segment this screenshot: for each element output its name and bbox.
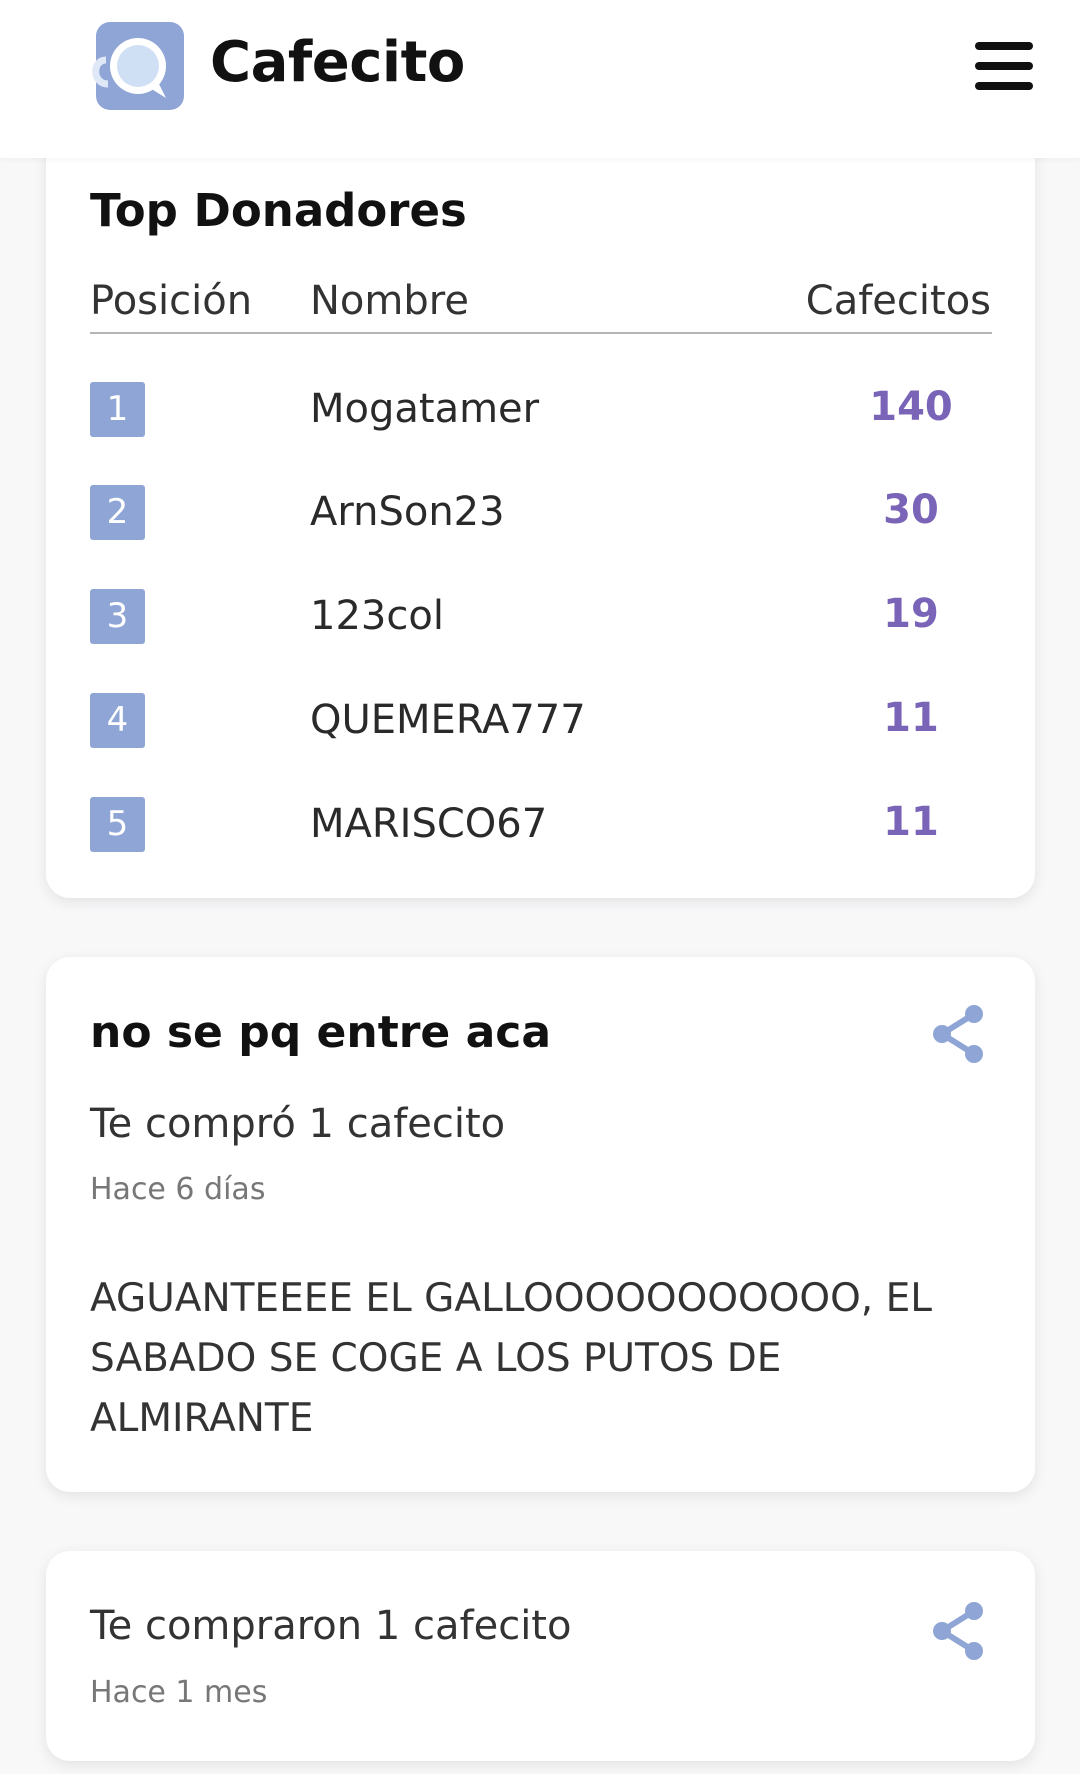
donation-title: no se pq entre aca xyxy=(90,1007,552,1058)
donor-count: 19 xyxy=(883,591,939,637)
donor-name: ArnSon23 xyxy=(310,489,505,535)
donation-message: AGUANTEEEE EL GALLOOOOOOOOOOO, EL SABADO… xyxy=(90,1276,932,1441)
table-row: 3 123col 19 xyxy=(46,589,1035,649)
table-row: 5 MARISCO67 11 xyxy=(46,797,1035,857)
donation-card: no se pq entre aca Te compró 1 cafecito … xyxy=(46,957,1035,1492)
donor-name: MARISCO67 xyxy=(310,801,548,847)
column-header-name: Nombre xyxy=(310,278,469,324)
table-row: 4 QUEMERA777 11 xyxy=(46,693,1035,753)
position-badge: 2 xyxy=(90,485,145,540)
coffee-cup-logo-icon[interactable] xyxy=(88,22,186,112)
share-icon[interactable] xyxy=(930,1004,986,1064)
table-row: 1 Mogatamer 140 xyxy=(46,382,1035,442)
donor-count: 11 xyxy=(883,799,939,845)
donor-name: Mogatamer xyxy=(310,386,540,432)
app-header: Cafecito xyxy=(0,0,1080,158)
section-title: Top Donadores xyxy=(90,184,467,237)
column-header-position: Posición xyxy=(90,278,253,324)
share-icon[interactable] xyxy=(930,1601,986,1661)
donor-count: 140 xyxy=(869,384,953,430)
donor-name: 123col xyxy=(310,593,444,639)
donor-count: 11 xyxy=(883,695,939,741)
hamburger-menu-icon[interactable] xyxy=(975,40,1033,94)
donation-card: Te compraron 1 cafecito Hace 1 mes xyxy=(46,1551,1035,1761)
position-badge: 3 xyxy=(90,589,145,644)
donation-time: Hace 1 mes xyxy=(90,1675,268,1710)
position-badge: 1 xyxy=(90,382,145,437)
top-donors-card: Top Donadores Posición Nombre Cafecitos … xyxy=(46,110,1035,898)
table-row: 2 ArnSon23 30 xyxy=(46,485,1035,545)
donation-summary: Te compró 1 cafecito xyxy=(90,1101,506,1147)
column-header-cafecitos: Cafecitos xyxy=(805,278,991,324)
position-badge: 5 xyxy=(90,797,145,852)
position-badge: 4 xyxy=(90,693,145,748)
donor-count: 30 xyxy=(883,487,939,533)
donation-time: Hace 6 días xyxy=(90,1172,266,1207)
brand-name[interactable]: Cafecito xyxy=(210,30,465,95)
table-divider xyxy=(90,332,992,334)
donor-name: QUEMERA777 xyxy=(310,697,586,743)
donation-summary: Te compraron 1 cafecito xyxy=(90,1603,572,1649)
